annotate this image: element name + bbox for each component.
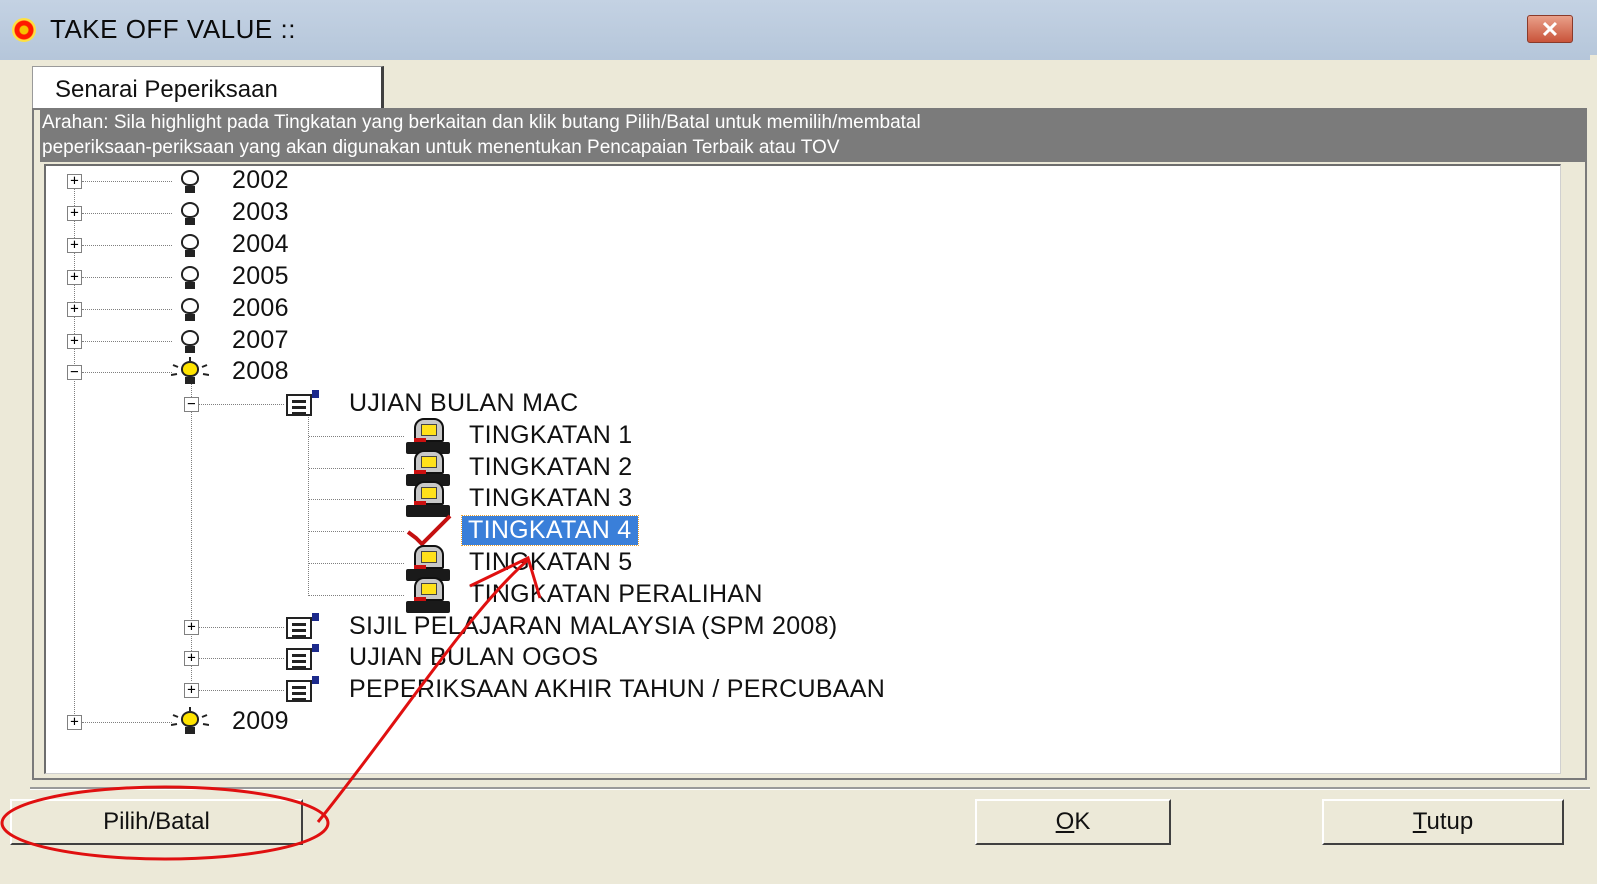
exam-tree[interactable]: + + + + + + − + 2002 2003 2004 2005 2006… xyxy=(44,164,1561,774)
tree-line xyxy=(309,468,404,469)
tab-senarai-peperiksaan[interactable]: Senarai Peperiksaan xyxy=(32,66,384,110)
tree-line xyxy=(199,658,284,659)
expand-toggle[interactable]: + xyxy=(184,683,199,698)
tree-line xyxy=(199,690,284,691)
expand-toggle[interactable]: + xyxy=(67,270,82,285)
tree-line xyxy=(191,381,192,681)
tree-line xyxy=(82,277,172,278)
tree-line xyxy=(82,372,172,373)
tree-node-year[interactable]: 2009 xyxy=(232,707,289,736)
collapse-toggle[interactable]: − xyxy=(67,365,82,380)
tree-line xyxy=(309,531,404,532)
tree-line xyxy=(82,722,172,723)
computer-icon xyxy=(406,545,450,581)
tree-node-exam[interactable]: PEPERIKSAAN AKHIR TAHUN / PERCUBAAN xyxy=(349,675,885,704)
expand-toggle[interactable]: + xyxy=(67,334,82,349)
bulb-off-icon xyxy=(179,170,201,194)
tree-line xyxy=(309,499,404,500)
bulb-off-icon xyxy=(179,202,201,226)
expand-toggle[interactable]: + xyxy=(67,238,82,253)
tree-node-year[interactable]: 2006 xyxy=(232,294,289,323)
divider xyxy=(30,787,1590,790)
checkmark-icon xyxy=(406,514,452,546)
exam-icon xyxy=(286,390,320,418)
instruction-banner: Arahan: Sila highlight pada Tingkatan ya… xyxy=(40,110,1587,162)
tree-node-exam[interactable]: UJIAN BULAN OGOS xyxy=(349,643,598,672)
tree-line xyxy=(82,309,172,310)
tutup-button[interactable]: Tutup xyxy=(1322,799,1564,845)
bulb-lit-icon xyxy=(171,357,209,385)
tree-line xyxy=(309,595,404,596)
tree-node-exam[interactable]: SIJIL PELAJARAN MALAYSIA (SPM 2008) xyxy=(349,612,837,641)
pilih-batal-label: Pilih/Batal xyxy=(103,808,210,835)
ok-button[interactable]: OK xyxy=(975,799,1171,845)
exam-icon xyxy=(286,676,320,704)
ok-label: K xyxy=(1074,808,1091,835)
tree-node-year[interactable]: 2007 xyxy=(232,326,289,355)
app-target-icon xyxy=(12,18,36,42)
tree-node-year[interactable]: 2005 xyxy=(232,262,289,291)
tree-node-year[interactable]: 2002 xyxy=(232,166,289,195)
window-title: TAKE OFF VALUE :: xyxy=(50,14,296,44)
instruction-line-1: Arahan: Sila highlight pada Tingkatan ya… xyxy=(42,112,921,133)
bulb-off-icon xyxy=(179,298,201,322)
tree-line xyxy=(199,627,284,628)
expand-toggle[interactable]: + xyxy=(184,620,199,635)
expand-toggle[interactable]: + xyxy=(67,715,82,730)
instruction-line-2: peperiksaan-periksaan yang akan digunaka… xyxy=(42,137,840,158)
title-bar: TAKE OFF VALUE :: ✕ xyxy=(0,0,1597,60)
close-button[interactable]: ✕ xyxy=(1527,15,1573,43)
computer-icon xyxy=(406,481,450,517)
bulb-off-icon xyxy=(179,330,201,354)
tree-node-level-selected[interactable]: TINGKATAN 4 xyxy=(461,515,639,546)
computer-icon xyxy=(406,418,450,454)
tree-line xyxy=(309,436,404,437)
expand-toggle[interactable]: + xyxy=(184,651,199,666)
tree-node-year[interactable]: 2008 xyxy=(232,357,289,386)
tree-node-level[interactable]: TINGKATAN 1 xyxy=(469,421,633,450)
tree-node-exam[interactable]: UJIAN BULAN MAC xyxy=(349,389,579,418)
window-edge xyxy=(1590,55,1597,884)
tree-line xyxy=(82,341,172,342)
tree-node-level[interactable]: TINGKATAN 3 xyxy=(469,484,633,513)
tree-line xyxy=(82,245,172,246)
tree-line xyxy=(82,181,172,182)
tree-node-level[interactable]: TINGKATAN PERALIHAN xyxy=(469,580,763,609)
exam-icon xyxy=(286,613,320,641)
tree-line xyxy=(309,563,404,564)
collapse-toggle[interactable]: − xyxy=(184,397,199,412)
tree-line xyxy=(199,404,284,405)
tree-node-year[interactable]: 2003 xyxy=(232,198,289,227)
tree-line xyxy=(308,411,309,596)
computer-icon xyxy=(406,577,450,613)
pilih-batal-button[interactable]: Pilih/Batal xyxy=(10,799,303,845)
expand-toggle[interactable]: + xyxy=(67,206,82,221)
tab-label: Senarai Peperiksaan xyxy=(55,76,278,103)
expand-toggle[interactable]: + xyxy=(67,302,82,317)
tree-node-level[interactable]: TINGKATAN 5 xyxy=(469,548,633,577)
bulb-off-icon xyxy=(179,234,201,258)
bulb-off-icon xyxy=(179,266,201,290)
ok-mnemonic: O xyxy=(1055,808,1075,835)
close-icon: ✕ xyxy=(1540,17,1560,42)
tree-node-level[interactable]: TINGKATAN 2 xyxy=(469,453,633,482)
expand-toggle[interactable]: + xyxy=(67,174,82,189)
bulb-lit-icon xyxy=(171,707,209,735)
tree-node-year[interactable]: 2004 xyxy=(232,230,289,259)
tree-line xyxy=(82,213,172,214)
tree-line xyxy=(74,181,75,726)
tutup-label: utup xyxy=(1426,808,1474,835)
exam-icon xyxy=(286,644,320,672)
tutup-mnemonic: T xyxy=(1412,808,1427,835)
